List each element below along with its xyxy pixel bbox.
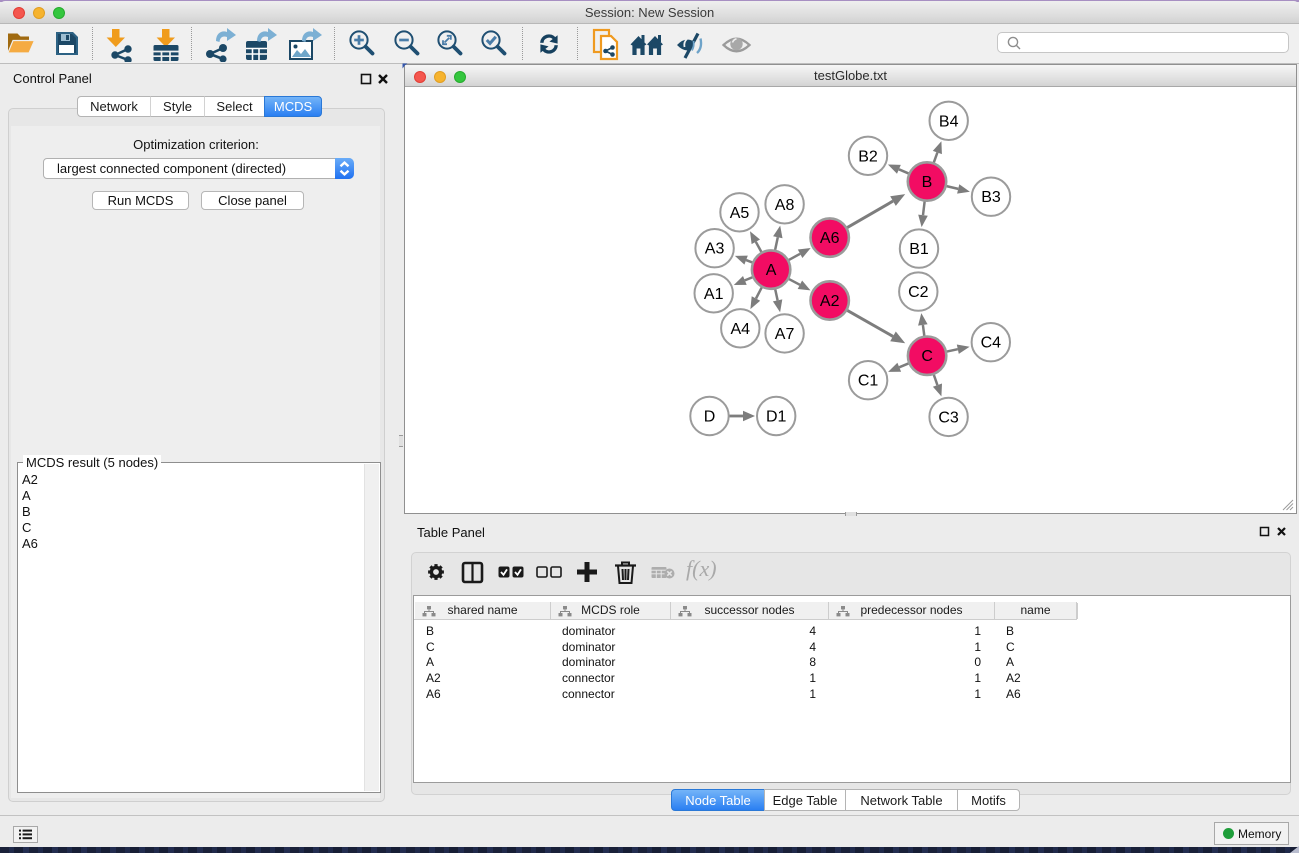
svg-text:A1: A1 <box>704 286 724 303</box>
svg-text:A7: A7 <box>775 326 795 343</box>
svg-text:B4: B4 <box>939 113 959 130</box>
svg-text:A8: A8 <box>775 197 795 214</box>
svg-text:C2: C2 <box>908 284 929 301</box>
svg-text:B3: B3 <box>981 189 1001 206</box>
svg-text:C1: C1 <box>858 373 879 390</box>
svg-text:A4: A4 <box>731 321 751 338</box>
svg-text:B: B <box>922 174 933 191</box>
svg-text:A5: A5 <box>730 205 750 222</box>
svg-text:B1: B1 <box>909 241 929 258</box>
svg-text:A2: A2 <box>820 293 840 310</box>
svg-text:D: D <box>704 409 716 426</box>
svg-text:A: A <box>766 262 777 279</box>
svg-text:C: C <box>921 348 933 365</box>
svg-text:B2: B2 <box>858 148 878 165</box>
svg-text:A6: A6 <box>820 230 840 247</box>
svg-text:A3: A3 <box>705 241 725 258</box>
svg-text:D1: D1 <box>766 409 787 426</box>
svg-text:C4: C4 <box>981 335 1002 352</box>
svg-text:C3: C3 <box>938 409 959 426</box>
